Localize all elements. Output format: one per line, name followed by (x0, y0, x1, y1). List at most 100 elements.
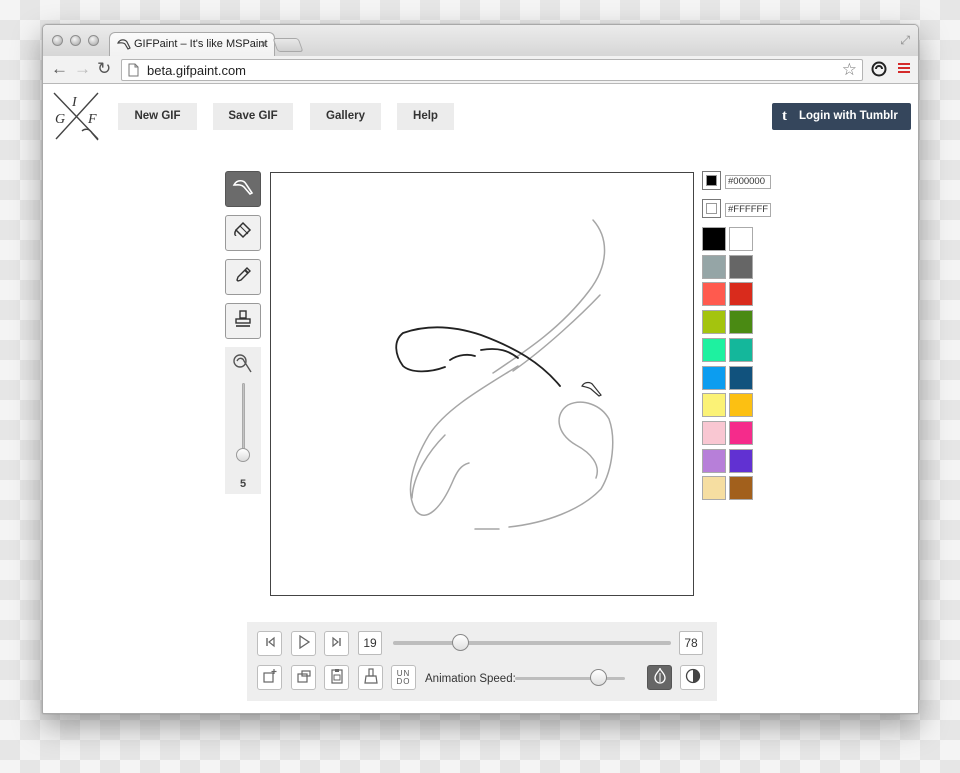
brush-size-icon (231, 352, 255, 381)
secondary-color-swatch[interactable] (702, 199, 721, 218)
animation-controls: 19 78 UN DO Animation Speed: (247, 622, 717, 701)
browser-toolbar: ← → ↻ beta.gifpaint.com ☆ (43, 56, 918, 84)
palette-swatch[interactable] (729, 448, 753, 473)
stroke-black-short (480, 348, 519, 359)
onion-icon (652, 667, 668, 688)
address-bar[interactable]: beta.gifpaint.com ☆ (121, 59, 863, 81)
previous-frame-button[interactable] (257, 631, 282, 656)
fill-tool-button[interactable] (225, 215, 261, 251)
brush-favicon-icon (117, 38, 131, 53)
stroke-gray-right-loop (508, 401, 614, 528)
step-back-icon (264, 636, 276, 651)
primary-color-hex[interactable]: #000000 (725, 175, 771, 189)
extension-icon[interactable] (871, 61, 887, 82)
palette-swatch[interactable] (702, 310, 726, 335)
brush-size-slider-knob[interactable] (236, 447, 250, 462)
drawing-canvas[interactable] (270, 172, 694, 596)
brush-tool-button[interactable] (225, 171, 261, 207)
palette-swatch[interactable] (729, 420, 753, 445)
clipboard-icon (330, 668, 344, 687)
back-arrow-icon[interactable]: ← (51, 60, 68, 78)
new-gif-button[interactable]: New GIF (118, 103, 197, 130)
copy-frame-icon (296, 668, 312, 687)
palette-swatch[interactable] (729, 227, 753, 251)
secondary-color-hex[interactable]: #FFFFFF (725, 203, 771, 217)
stroke-black-main (395, 326, 561, 387)
palette-swatch[interactable] (702, 420, 726, 445)
primary-color-fill (706, 175, 717, 186)
palette-swatch[interactable] (702, 282, 726, 307)
palette-swatch[interactable] (729, 337, 753, 362)
fill-bucket-icon (232, 220, 254, 247)
clear-brush-icon (363, 668, 379, 687)
stamp-tool-button[interactable] (225, 303, 261, 339)
animation-speed-slider-knob[interactable] (589, 669, 607, 686)
add-frame-icon (262, 668, 278, 687)
forward-arrow-icon[interactable]: → (74, 60, 91, 78)
browser-menu-icon[interactable] (898, 63, 910, 75)
help-button[interactable]: Help (397, 103, 454, 130)
palette-swatch[interactable] (702, 227, 726, 251)
palette-swatch[interactable] (729, 282, 753, 307)
tumblr-icon: t (782, 108, 787, 124)
undo-label-bottom: DO (396, 676, 411, 686)
stroke-black-dash (449, 353, 476, 361)
palette-swatch[interactable] (702, 337, 726, 362)
tab-close-icon[interactable]: × (260, 37, 267, 51)
gifpaint-page: I G F New GIF Save GIF Gallery Help t Lo… (43, 85, 918, 713)
gallery-button[interactable]: Gallery (310, 103, 381, 130)
zoom-window-button[interactable] (88, 35, 99, 46)
total-frames-number: 78 (679, 631, 703, 655)
palette-swatch[interactable] (702, 365, 726, 390)
frame-slider[interactable] (393, 641, 671, 645)
frame-slider-knob[interactable] (451, 634, 469, 651)
minimize-window-button[interactable] (70, 35, 81, 46)
stroke-gray-upper (492, 219, 606, 374)
url-text: beta.gifpaint.com (147, 63, 247, 78)
browser-window: GIFPaint – It's like MSPaint × ⤢ ← → ↻ b… (42, 24, 919, 714)
palette-swatch[interactable] (702, 448, 726, 473)
logo-letter-g: G (55, 112, 65, 127)
eyedropper-tool-button[interactable] (225, 259, 261, 295)
palette-swatch[interactable] (729, 393, 753, 418)
animation-speed-slider[interactable] (515, 677, 625, 680)
bookmark-star-icon[interactable]: ☆ (842, 60, 857, 80)
stamp-icon (233, 309, 253, 334)
secondary-color-fill (706, 203, 717, 214)
save-gif-button[interactable]: Save GIF (213, 103, 293, 130)
palette-swatch[interactable] (702, 393, 726, 418)
palette-swatch[interactable] (702, 476, 726, 501)
login-with-tumblr-button[interactable]: t Login with Tumblr (772, 103, 911, 130)
onion-skin-button[interactable] (647, 665, 672, 690)
palette-swatch[interactable] (729, 310, 753, 335)
next-frame-button[interactable] (324, 631, 349, 656)
new-tab-button[interactable] (272, 38, 304, 52)
reload-icon[interactable]: ↻ (97, 60, 111, 78)
contrast-toggle-button[interactable] (680, 665, 705, 690)
logo-letter-f: F (87, 112, 97, 127)
palette-swatch[interactable] (729, 365, 753, 390)
undo-button[interactable]: UN DO (391, 665, 416, 690)
clear-frame-button[interactable] (358, 665, 383, 690)
page-icon (128, 63, 139, 80)
brush-cursor-icon (581, 381, 602, 397)
play-button[interactable] (291, 631, 316, 656)
gif-logo[interactable]: I G F (52, 91, 102, 148)
add-frame-button[interactable] (257, 665, 282, 690)
current-frame-number[interactable]: 19 (358, 631, 382, 655)
palette-swatch[interactable] (729, 254, 753, 279)
fullscreen-icon[interactable]: ⤢ (900, 33, 910, 48)
palette-swatch[interactable] (702, 254, 726, 279)
paste-frame-button[interactable] (324, 665, 349, 690)
stroke-gray-diagonal (512, 294, 601, 372)
primary-color-swatch[interactable] (702, 171, 721, 190)
palette-swatch[interactable] (729, 476, 753, 501)
play-icon (298, 634, 310, 652)
copy-frame-button[interactable] (291, 665, 316, 690)
close-window-button[interactable] (52, 35, 63, 46)
animation-speed-label: Animation Speed: (425, 673, 516, 685)
brush-icon (232, 178, 254, 201)
login-label: Login with Tumblr (799, 110, 898, 122)
stroke-gray-inner (411, 434, 446, 499)
browser-tab[interactable]: GIFPaint – It's like MSPaint × (109, 32, 275, 56)
